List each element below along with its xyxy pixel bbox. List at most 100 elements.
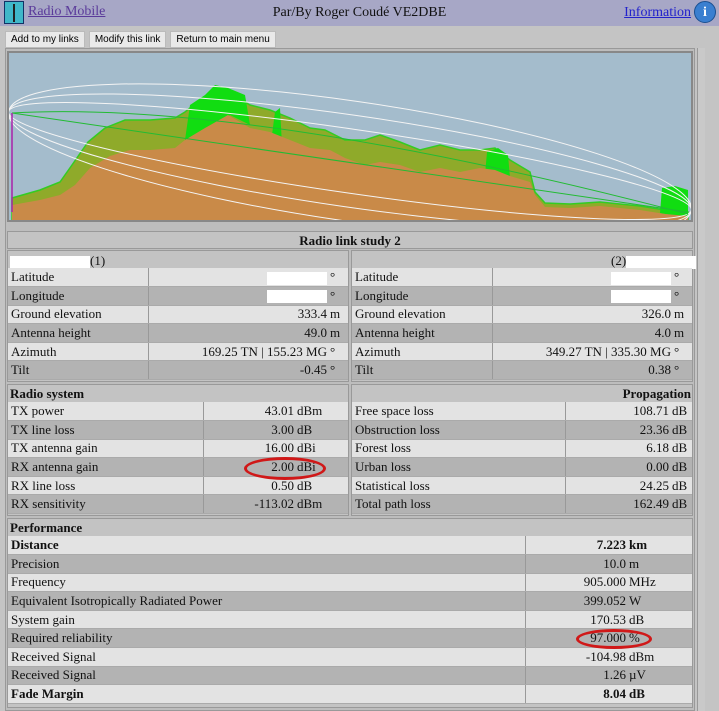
table-row: Azimuth 349.27 TN | 335.30 MG ° (352, 342, 692, 362)
table-row: Frequency 905.000 MHz (8, 573, 692, 593)
table-row: Longitude ° (8, 286, 348, 306)
table-row: TX power 43.01 dBm (8, 402, 348, 422)
cell-value: 399.052 (524, 591, 627, 611)
table-row: Longitude ° (352, 286, 692, 306)
cell-label: Forest loss (352, 439, 565, 459)
cell-value (491, 268, 672, 288)
table-row: Fade Margin 8.04 dB (8, 684, 692, 704)
terrain-profile-image (7, 51, 693, 239)
table-row: Tilt 0.38 ° (352, 360, 692, 381)
cell-label: Distance (8, 536, 525, 556)
cell-label: System gain (8, 610, 525, 630)
scrollbar[interactable] (697, 48, 705, 711)
cell-value: 170.53 (524, 610, 627, 630)
cell-label: RX sensitivity (8, 494, 203, 515)
propagation-table: Free space loss 108.71 dB Obstruction loss 2… (352, 402, 692, 515)
propagation-heading: Propagation (622, 386, 691, 401)
cell-value: 169.25 TN | 155.23 MG (147, 342, 328, 362)
cell-label: Tilt (352, 360, 492, 381)
redacted-value (611, 290, 671, 304)
table-row: Latitude ° (352, 268, 692, 288)
table-row: Ground elevation 326.0 m (352, 305, 692, 325)
cell-value: 16.00 (202, 439, 295, 459)
cell-value: 108.71 (564, 402, 670, 422)
cell-unit: dBi (295, 439, 348, 459)
cell-value: 49.0 (147, 323, 328, 343)
add-to-my-links-button[interactable]: Add to my links (5, 31, 85, 48)
table-row: Antenna height 49.0 m (8, 323, 348, 343)
cell-label: Antenna height (8, 323, 148, 343)
cell-label: Azimuth (352, 342, 492, 362)
cell-unit: dB (627, 684, 692, 704)
table-row: Total path loss 162.49 dB (352, 494, 692, 515)
cell-value: 905.000 (524, 573, 627, 593)
table-row: TX antenna gain 16.00 dBi (8, 439, 348, 459)
redacted-value (267, 271, 327, 285)
cell-value: 0.00 (564, 457, 670, 477)
cell-unit: dB (670, 476, 692, 496)
cell-label: Total path loss (352, 494, 565, 515)
cell-value: 8.04 (524, 684, 627, 704)
cell-label: Ground elevation (8, 305, 148, 325)
cell-unit: m (627, 554, 692, 574)
cell-unit: dB (627, 610, 692, 630)
table-row: Forest loss 6.18 dB (352, 439, 692, 459)
cell-unit: ° (672, 360, 692, 381)
cell-unit: dB (670, 439, 692, 459)
performance-heading: Performance (10, 520, 83, 535)
cell-label: Free space loss (352, 402, 565, 422)
cell-unit: ° (328, 268, 348, 288)
cell-label: Latitude (8, 268, 148, 288)
cell-value: 1.26 (524, 666, 627, 686)
cell-value: 6.18 (564, 439, 670, 459)
table-row: Latitude ° (8, 268, 348, 288)
cell-value (491, 286, 672, 306)
cell-label: TX antenna gain (8, 439, 203, 459)
cell-unit: m (328, 305, 348, 325)
cell-label: Tilt (8, 360, 148, 381)
table-row: Azimuth 169.25 TN | 155.23 MG ° (8, 342, 348, 362)
cell-label: RX line loss (8, 476, 203, 496)
info-icon[interactable]: i (694, 1, 716, 23)
performance-table: Distance 7.223 km Precision 10.0 m Frequency 90… (8, 536, 692, 704)
cell-unit: ° (672, 286, 692, 306)
site2-table: Latitude ° Longitude ° Ground elevation 326.0… (352, 268, 692, 381)
redacted-value (267, 290, 327, 304)
table-row: System gain 170.53 dB (8, 610, 692, 630)
redacted-value (611, 271, 671, 285)
cell-unit: m (328, 323, 348, 343)
cell-unit: dBm (627, 647, 692, 667)
cell-unit: dBm (295, 402, 348, 422)
radio-mobile-link[interactable]: Radio Mobile (28, 4, 105, 20)
cell-label: RX antenna gain (8, 457, 203, 477)
modify-link-button[interactable]: Modify this link (88, 31, 167, 48)
site2-header: (2) (611, 253, 697, 269)
cell-value: 349.27 TN | 335.30 MG (491, 342, 672, 362)
table-row: Equivalent Isotropically Radiated Power 3… (8, 591, 692, 611)
highlight-rx-antenna-gain (244, 457, 326, 480)
information-link[interactable]: Information (624, 5, 691, 21)
cell-value: 43.01 (202, 402, 295, 422)
cell-value: 162.49 (564, 494, 670, 515)
table-row: Distance 7.223 km (8, 536, 692, 556)
cell-label: Latitude (352, 268, 492, 288)
site1-header: (1) (10, 253, 105, 269)
cell-unit: µV (627, 666, 692, 686)
site2-label: (2) (611, 253, 627, 268)
cell-unit: m (672, 323, 692, 343)
cell-label: Precision (8, 554, 525, 574)
return-main-menu-button[interactable]: Return to main menu (170, 31, 276, 48)
cell-value: 7.223 (524, 536, 627, 556)
cell-label: Frequency (8, 573, 525, 593)
table-row: Ground elevation 333.4 m (8, 305, 348, 325)
cell-label: Antenna height (352, 323, 492, 343)
cell-label: Azimuth (8, 342, 148, 362)
cell-unit: dB (295, 476, 348, 496)
cell-value: -104.98 (524, 647, 627, 667)
cell-label: Longitude (352, 286, 492, 306)
table-row: Antenna height 4.0 m (352, 323, 692, 343)
cell-label: Required reliability (8, 628, 525, 649)
cell-label: Obstruction loss (352, 420, 565, 440)
site1-table: Latitude ° Longitude ° Ground elevation 333.4… (8, 268, 348, 381)
cell-unit: ° (328, 342, 348, 362)
